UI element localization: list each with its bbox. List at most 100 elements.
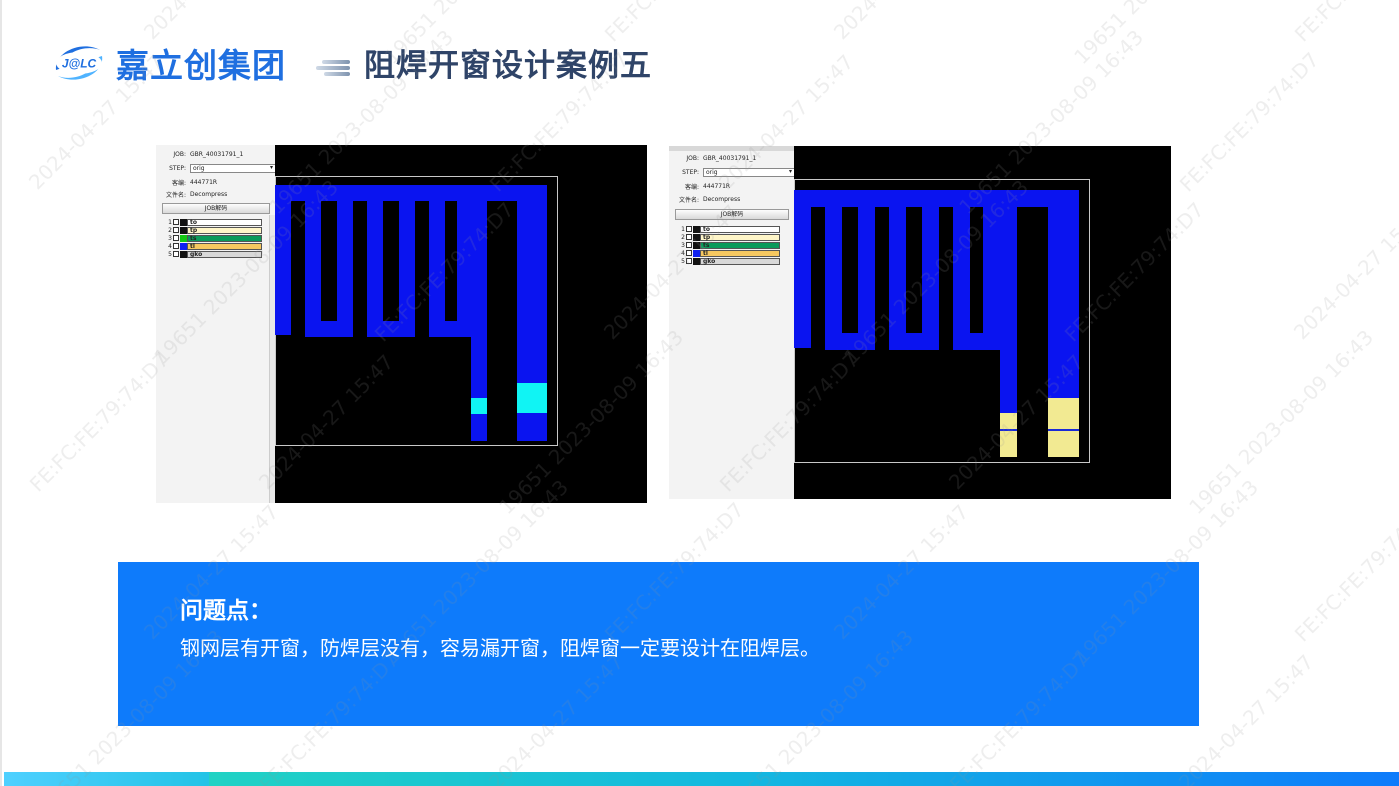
layer-num: 4: [168, 242, 172, 250]
layer-num: 1: [168, 218, 172, 226]
watermark-text: FE:FC:FE:79:74:D7: [1290, 0, 1399, 46]
trace-seg: [305, 185, 321, 337]
layer-list: 1 to 2 tp 3 ts 4 tl 5 gko: [166, 218, 262, 258]
job-decode-button[interactable]: JOB解码: [162, 203, 270, 214]
layer-checkbox[interactable]: [173, 219, 179, 225]
layer-name: tl: [700, 249, 780, 257]
step-label: STEP:: [169, 165, 186, 172]
jlc-logo-icon: J@LC: [55, 46, 103, 80]
layer-row[interactable]: 3 ts: [166, 234, 262, 242]
watermark-text: 2024-04-27 15:47: [1289, 199, 1399, 345]
layer-checkbox[interactable]: [173, 251, 179, 257]
job-row: JOB: GBR_40031791_1: [673, 155, 756, 162]
trace-seg: [953, 190, 970, 350]
trace-seg: [367, 185, 383, 337]
footer-bar-segment: [209, 772, 1399, 786]
layer-num: 5: [168, 250, 172, 258]
step-select[interactable]: orig: [703, 168, 795, 177]
footer-gradient-bar: [4, 772, 1399, 786]
layer-row[interactable]: 4 tl: [166, 242, 262, 250]
layer-name: to: [700, 225, 780, 233]
layer-row[interactable]: 1 to: [166, 218, 262, 226]
layer-row[interactable]: 3 ts: [679, 241, 780, 249]
layer-checkbox[interactable]: [686, 234, 692, 240]
layer-list: 1 to 2 tp 3 ts 4 tl 5 gko: [679, 225, 780, 265]
feed-line: [1000, 207, 1017, 413]
step-select[interactable]: orig: [190, 164, 276, 173]
watermark-text: FE:FC:FE:79:74:D7: [25, 347, 174, 497]
toolbar-strip: [669, 146, 794, 151]
customer-value: 444771R: [703, 183, 731, 190]
job-value: GBR_40031791_1: [703, 155, 757, 162]
layer-color-swatch: [180, 242, 187, 250]
layer-row[interactable]: 5 gko: [679, 257, 780, 265]
cam-side-panel: JOB: GBR_40031791_1 STEP: orig 客编: 44477…: [156, 145, 276, 503]
file-value: Decompress: [703, 196, 741, 203]
layer-color-swatch: [693, 241, 700, 249]
layer-row[interactable]: 5 gko: [166, 250, 262, 258]
problem-text: 钢网层有开窗，防焊层没有，容易漏开窗，阻焊窗一定要设计在阻焊层。: [180, 636, 820, 660]
step-row: STEP: orig: [673, 168, 795, 177]
pcb-canvas[interactable]: [275, 145, 647, 503]
customer-row: 客编: 444771R: [160, 178, 217, 187]
screenshot-left: JOB: GBR_40031791_1 STEP: orig 客编: 44477…: [156, 145, 647, 503]
layer-row[interactable]: 2 tp: [166, 226, 262, 234]
layer-row[interactable]: 2 tp: [679, 233, 780, 241]
file-row: 文件名: Decompress: [160, 190, 227, 199]
solder-mask-opening: [517, 383, 547, 413]
job-decode-button[interactable]: JOB解码: [675, 209, 789, 220]
layer-name: to: [187, 218, 262, 226]
file-value: Decompress: [190, 191, 228, 198]
layer-row[interactable]: 4 tl: [679, 249, 780, 257]
layer-num: 1: [681, 225, 685, 233]
layer-color-swatch: [693, 225, 700, 233]
trace-seg: [429, 185, 445, 337]
layer-num: 4: [681, 249, 685, 257]
layer-color-swatch: [180, 218, 187, 226]
layer-checkbox[interactable]: [686, 258, 692, 264]
layer-num: 2: [681, 233, 685, 241]
layer-name: gko: [700, 257, 780, 265]
layer-checkbox[interactable]: [686, 226, 692, 232]
paste-opening: [1048, 398, 1079, 457]
problem-title: 问题点：: [180, 598, 272, 624]
layer-name: tp: [700, 233, 780, 241]
file-label: 文件名:: [678, 197, 699, 204]
step-row: STEP: orig: [160, 164, 276, 173]
brand-name: 嘉立创集团: [116, 46, 286, 85]
layer-checkbox[interactable]: [173, 243, 179, 249]
paste-opening: [1000, 413, 1017, 457]
trace-seg: [889, 190, 906, 350]
trace-seg: [858, 190, 875, 350]
step-label: STEP:: [682, 169, 699, 176]
layer-color-swatch: [693, 257, 700, 265]
trace-seg: [399, 185, 415, 337]
screenshot-right: JOB: GBR_40031791_1 STEP: orig 客编: 44477…: [669, 146, 1171, 499]
layer-name: tp: [187, 226, 262, 234]
watermark-text: 19651 2023-08-09 16:43: [1069, 0, 1263, 69]
layer-row[interactable]: 1 to: [679, 225, 780, 233]
layer-name: ts: [700, 241, 780, 249]
watermark-text: 2024-04-27 15:47: [139, 0, 283, 44]
watermark-text: 2024-04-27 15:47: [829, 0, 973, 44]
slide: J@LC 嘉立创集团 阻焊开窗设计案例五 JOB: GBR_40031791_1…: [0, 0, 1399, 786]
cam-side-panel: JOB: GBR_40031791_1 STEP: orig 客编: 44477…: [669, 146, 795, 499]
layer-num: 3: [168, 234, 172, 242]
layer-checkbox[interactable]: [686, 242, 692, 248]
layer-color-swatch: [693, 249, 700, 257]
paste-split-line: [1000, 429, 1017, 431]
layer-name: ts: [187, 234, 262, 242]
file-row: 文件名: Decompress: [673, 195, 740, 204]
customer-value: 444771R: [190, 179, 218, 186]
layer-checkbox[interactable]: [173, 227, 179, 233]
layer-checkbox[interactable]: [686, 250, 692, 256]
trace-seg: [275, 185, 291, 335]
trace-seg: [983, 190, 1000, 350]
watermark-text: FE:FC:FE:79:74:D7: [1175, 47, 1324, 197]
trace-seg: [337, 185, 353, 337]
pcb-canvas[interactable]: [794, 146, 1171, 499]
job-label: JOB:: [686, 155, 699, 162]
layer-color-swatch: [180, 226, 187, 234]
layer-checkbox[interactable]: [173, 235, 179, 241]
trace-seg: [825, 190, 842, 350]
